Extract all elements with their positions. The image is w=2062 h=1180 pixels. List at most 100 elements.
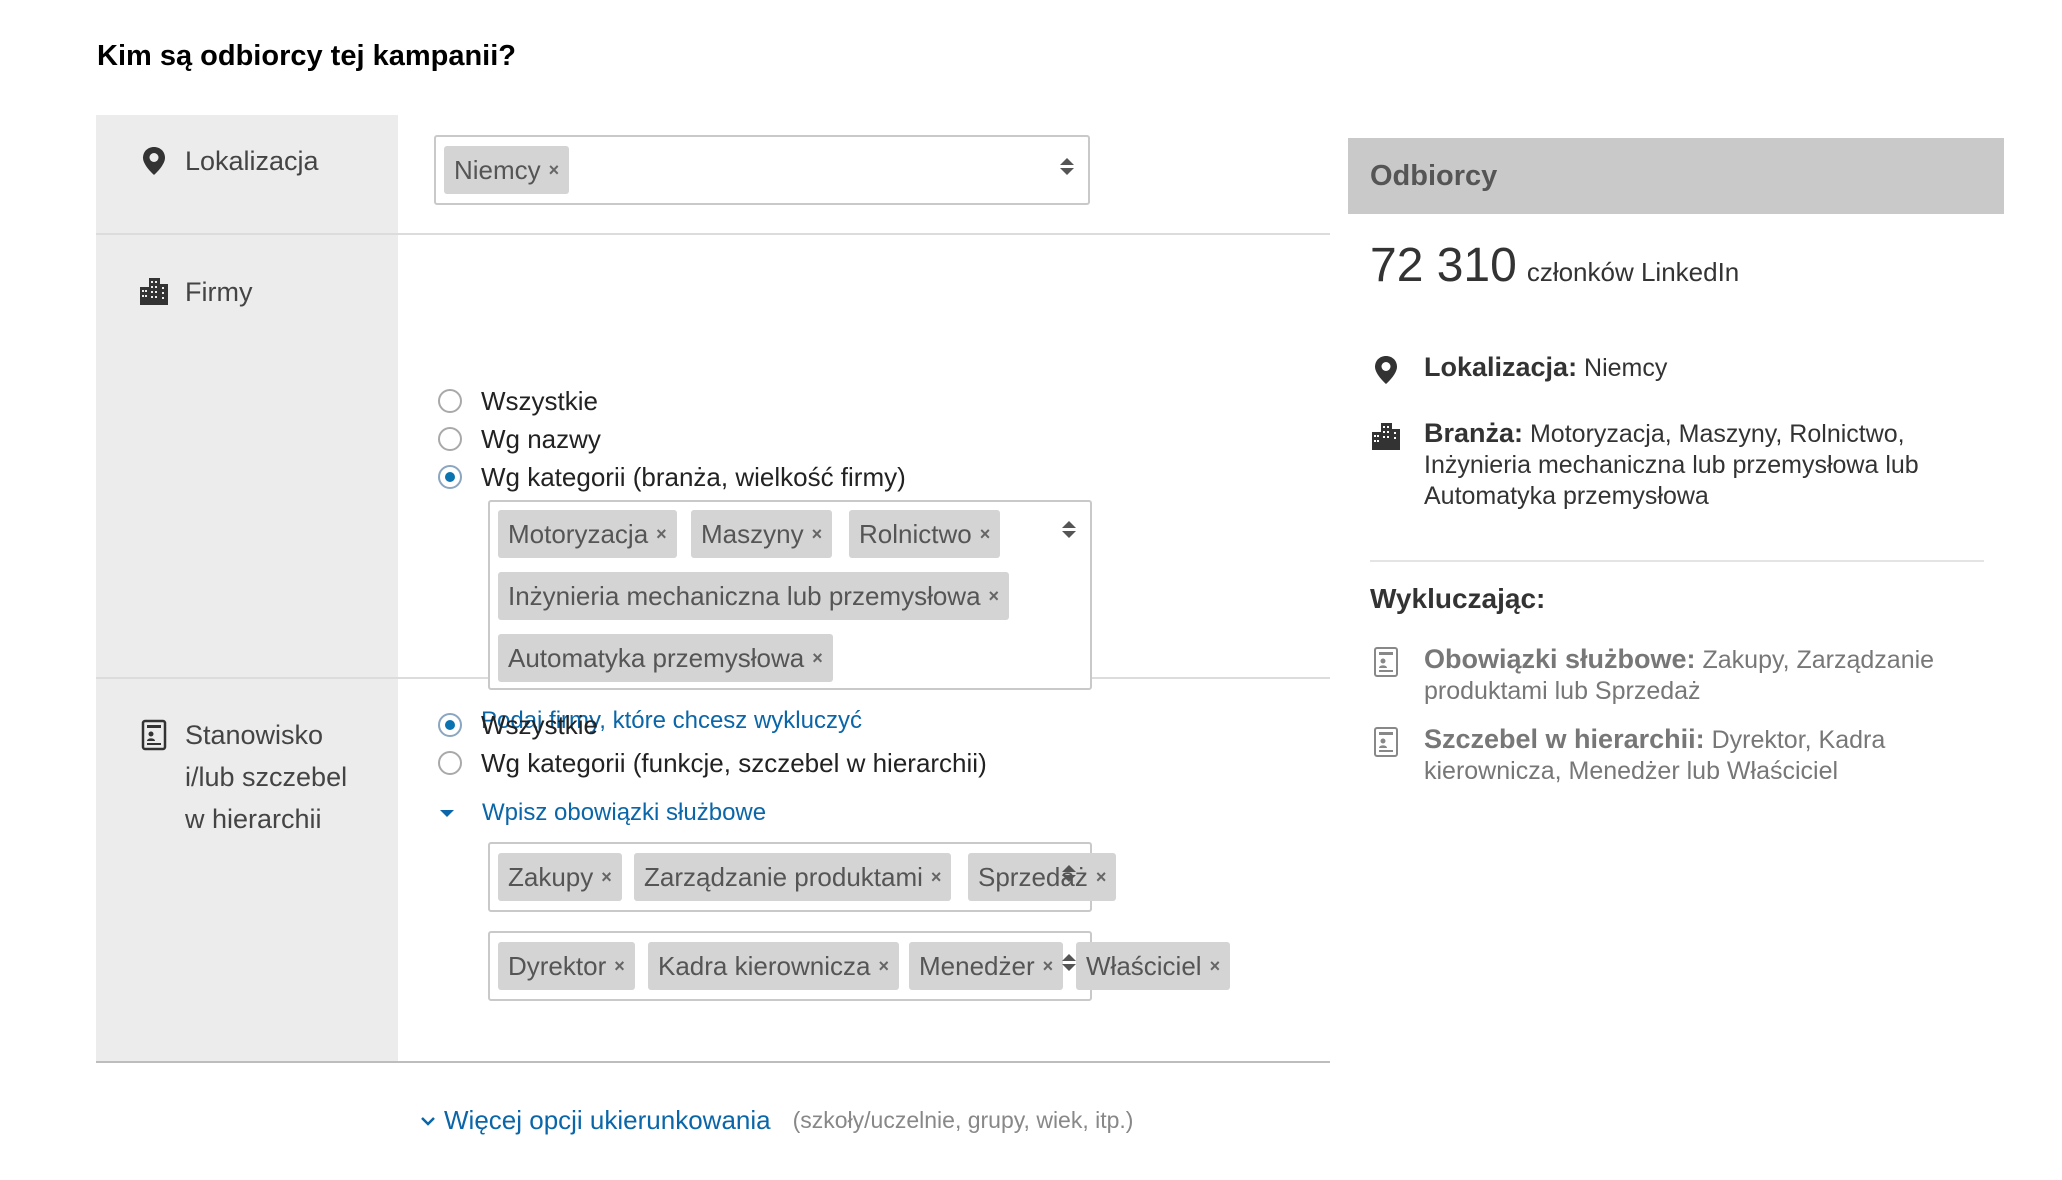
remove-tag-icon[interactable]: ×: [989, 572, 1000, 620]
seniority-tag: Właściciel ×: [1076, 942, 1231, 990]
audience-header: Odbiorcy: [1348, 138, 2004, 214]
companies-label: Firmy: [185, 277, 253, 307]
remove-tag-icon[interactable]: ×: [812, 510, 823, 558]
chevron-down-icon: [421, 1116, 435, 1126]
companies-label-cell: Firmy: [96, 235, 398, 677]
tag-label: Motoryzacja: [508, 519, 649, 549]
radio-button[interactable]: [438, 389, 462, 413]
select-arrows-icon[interactable]: [1062, 518, 1076, 541]
summary-key: Lokalizacja:: [1424, 352, 1578, 382]
radio-button-checked[interactable]: [438, 465, 462, 489]
audience-panel: Odbiorcy 72 310 członków LinkedIn Lokali…: [1348, 138, 2004, 785]
tag-label: Automatyka przemysłowa: [508, 643, 805, 673]
tag-label: Menedżer: [919, 951, 1035, 981]
tag-label: Niemcy: [454, 155, 541, 185]
tag-label: Kadra kierownicza: [658, 951, 871, 981]
tag-label: Dyrektor: [508, 951, 607, 981]
summary-key: Szczebel w hierarchii:: [1424, 724, 1705, 754]
summary-value: Niemcy: [1584, 354, 1668, 382]
select-arrows-icon[interactable]: [1062, 951, 1076, 974]
remove-tag-icon[interactable]: ×: [614, 942, 625, 990]
location-row: Lokalizacja Niemcy ×: [96, 115, 1330, 235]
radio-label: Wszystkie: [481, 385, 598, 416]
companies-option-all[interactable]: Wszystkie: [438, 383, 598, 419]
position-label-line-3: w hierarchii: [185, 804, 322, 834]
position-row: Stanowisko i/lub szczebel w hierarchii W…: [96, 679, 1330, 1063]
radio-label: Wg kategorii (funkcje, szczebel w hierar…: [481, 747, 987, 778]
industry-tag: Rolnictwo ×: [849, 510, 1001, 558]
radio-button-checked[interactable]: [438, 713, 462, 737]
summary-key: Branża:: [1424, 418, 1524, 448]
location-select[interactable]: Niemcy ×: [434, 135, 1090, 205]
position-label-line-2: i/lub szczebel: [185, 762, 348, 792]
more-options-hint: (szkoły/uczelnie, grupy, wiek, itp.): [792, 1107, 1134, 1133]
seniority-select[interactable]: Dyrektor × Kadra kierownicza × Menedżer × W…: [488, 931, 1231, 1001]
map-pin-icon: [143, 147, 165, 175]
excluding-title: Wykluczając:: [1370, 583, 1546, 614]
tag-label: Rolnictwo: [859, 519, 972, 549]
map-pin-icon: [1375, 356, 1397, 384]
summary-divider: [1370, 560, 1984, 562]
radio-button[interactable]: [438, 751, 462, 775]
function-tag: Zarządzanie produktami ×: [634, 853, 952, 901]
remove-tag-icon[interactable]: ×: [1096, 853, 1107, 901]
companies-option-by-name[interactable]: Wg nazwy: [438, 421, 601, 457]
id-card-icon: [141, 719, 167, 751]
remove-tag-icon[interactable]: ×: [601, 853, 612, 901]
link-label: Więcej opcji ukierunkowania: [444, 1105, 771, 1135]
page-title: Kim są odbiorcy tej kampanii?: [97, 40, 516, 72]
buildings-icon: [1372, 423, 1400, 450]
location-body: Niemcy ×: [398, 115, 1330, 233]
more-targeting-link[interactable]: Więcej opcji ukierunkowania: [420, 1105, 771, 1136]
industry-select[interactable]: Motoryzacja × Maszyny × Rolnictwo × Inżynie…: [488, 500, 1092, 690]
tag-label: Maszyny: [701, 519, 804, 549]
seniority-tag: Dyrektor ×: [498, 942, 635, 990]
location-label: Lokalizacja: [185, 146, 319, 176]
companies-body: Wszystkie Wg nazwy Wg kategorii (branża,…: [398, 235, 1330, 734]
location-tag: Niemcy ×: [444, 146, 570, 194]
summary-location: Lokalizacja: Niemcy: [1370, 352, 1994, 386]
position-label-cell: Stanowisko i/lub szczebel w hierarchii: [96, 679, 398, 1061]
tag-label: Zarządzanie produktami: [644, 862, 923, 892]
radio-button[interactable]: [438, 427, 462, 451]
tag-label: Zakupy: [508, 862, 594, 892]
function-tag: Sprzedaż ×: [968, 853, 1117, 901]
summary-seniority: Szczebel w hierarchii: Dyrektor, Kadra k…: [1370, 724, 1994, 787]
radio-label: Wg nazwy: [481, 423, 601, 454]
targeting-form: Lokalizacja Niemcy × Firmy Wszystkie Wg …: [96, 115, 1330, 1063]
position-option-by-category[interactable]: Wg kategorii (funkcje, szczebel w hierar…: [438, 745, 987, 781]
remove-tag-icon[interactable]: ×: [1210, 942, 1221, 990]
remove-tag-icon[interactable]: ×: [812, 634, 823, 682]
id-card-icon: [1374, 727, 1398, 757]
audience-count-label: członków LinkedIn: [1526, 257, 1740, 287]
industry-tag: Maszyny ×: [691, 510, 833, 558]
tag-label: Właściciel: [1086, 951, 1202, 981]
position-label-line-1: Stanowisko: [185, 720, 324, 750]
radio-label: Wszystkie: [481, 709, 598, 740]
caret-down-icon: [440, 809, 454, 817]
remove-tag-icon[interactable]: ×: [1043, 942, 1054, 990]
remove-tag-icon[interactable]: ×: [656, 510, 667, 558]
remove-tag-icon[interactable]: ×: [549, 146, 560, 194]
industry-tag: Automatyka przemysłowa ×: [498, 634, 833, 682]
audience-count-number: 72 310: [1370, 239, 1517, 292]
remove-tag-icon[interactable]: ×: [980, 510, 991, 558]
location-label-cell: Lokalizacja: [96, 115, 398, 233]
select-arrows-icon[interactable]: [1060, 155, 1074, 178]
id-card-icon: [1374, 647, 1398, 677]
position-option-all[interactable]: Wszystkie: [438, 707, 598, 743]
remove-tag-icon[interactable]: ×: [931, 853, 942, 901]
industry-tag: Inżynieria mechaniczna lub przemysłowa ×: [498, 572, 1010, 620]
remove-tag-icon[interactable]: ×: [878, 942, 889, 990]
companies-option-by-category[interactable]: Wg kategorii (branża, wielkość firmy): [438, 459, 906, 495]
job-functions-select[interactable]: Zakupy × Zarządzanie produktami × Sprzedaż…: [488, 842, 1117, 912]
tag-label: Inżynieria mechaniczna lub przemysłowa: [508, 581, 981, 611]
more-targeting-options: Więcej opcji ukierunkowania (szkoły/ucze…: [420, 1105, 1133, 1136]
summary-industry: Branża: Motoryzacja, Maszyny, Rolnictwo,…: [1370, 418, 1994, 512]
audience-count: 72 310 członków LinkedIn: [1370, 238, 1739, 293]
industry-tag: Motoryzacja ×: [498, 510, 677, 558]
seniority-tag: Kadra kierownicza ×: [648, 942, 899, 990]
seniority-tag: Menedżer ×: [909, 942, 1064, 990]
job-functions-link[interactable]: Wpisz obowiązki służbowe: [438, 799, 766, 827]
select-arrows-icon[interactable]: [1062, 862, 1076, 885]
